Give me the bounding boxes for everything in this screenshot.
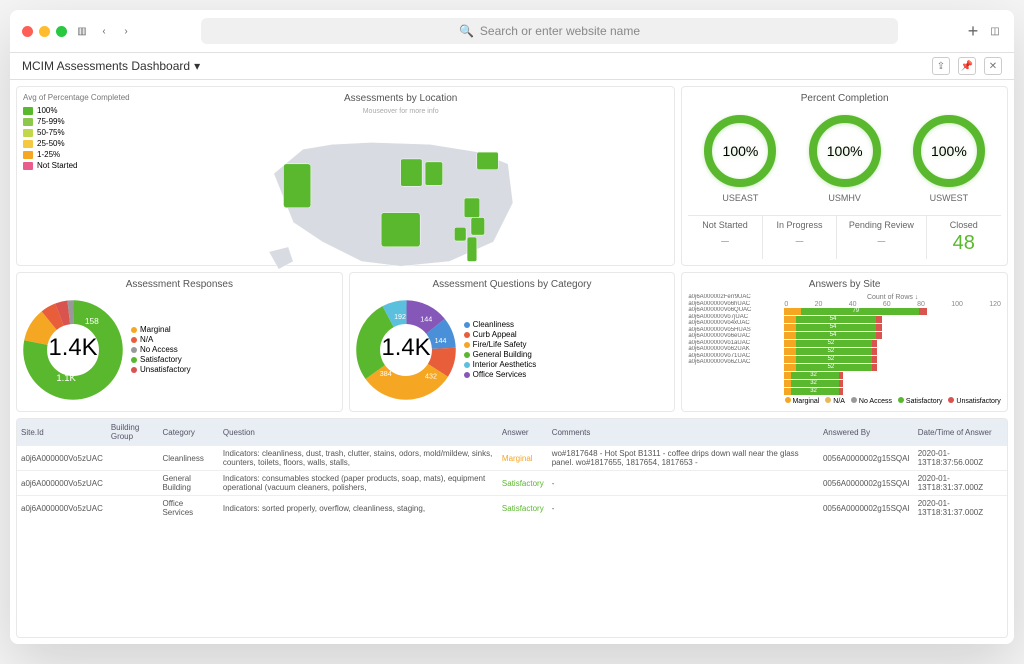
svg-text:158: 158	[85, 316, 99, 326]
status-cell: Closed48	[927, 216, 1001, 259]
legend-item[interactable]: N/A	[131, 335, 191, 344]
legend-item[interactable]: No Access	[131, 345, 191, 354]
window-controls	[22, 26, 67, 37]
completion-ring[interactable]: 100%USWEST	[913, 115, 985, 203]
maximize-window-button[interactable]	[56, 26, 67, 37]
bar[interactable]: 79	[784, 308, 927, 315]
dashboard-header: MCIM Assessments Dashboard ▾ ⇪ 📌 ✕	[10, 53, 1014, 80]
column-header[interactable]: Comments	[548, 419, 819, 446]
svg-text:192: 192	[394, 313, 406, 321]
column-header[interactable]: Building Group	[107, 419, 159, 446]
bar[interactable]: 52	[784, 364, 877, 371]
new-tab-button[interactable]: +	[966, 24, 980, 38]
svg-text:1.4K: 1.4K	[381, 334, 430, 361]
url-bar[interactable]: 🔍 Search or enter website name	[201, 18, 898, 44]
completion-ring[interactable]: 100%USEAST	[704, 115, 776, 203]
legend-item[interactable]: Satisfactory	[898, 397, 943, 405]
questions-panel: Assessment Questions by Category 1.4K 19…	[349, 272, 676, 412]
responses-donut[interactable]: 1.4K 1.1K 158	[23, 300, 123, 400]
site-id-list: a0j6A000002Ferr9UACa0j6A000000Vo6hUACa0j…	[688, 294, 778, 406]
legend-item[interactable]: Satisfactory	[131, 355, 191, 364]
status-cell: In Progress–	[763, 216, 837, 259]
legend-item[interactable]: Not Started	[23, 161, 133, 170]
svg-text:1.4K: 1.4K	[49, 334, 98, 361]
minimize-window-button[interactable]	[39, 26, 50, 37]
legend-item[interactable]: 75-99%	[23, 117, 133, 126]
svg-text:144: 144	[434, 337, 446, 345]
chevron-down-icon: ▾	[194, 59, 200, 73]
questions-donut[interactable]: 1.4K 192 144 144 432 384	[356, 300, 456, 400]
bar[interactable]: 32	[784, 388, 842, 395]
map-panel: Avg of Percentage Completed 100%75-99%50…	[16, 86, 675, 266]
column-header[interactable]: Answered By	[819, 419, 914, 446]
completion-panel: Percent Completion 100%USEAST100%USMHV10…	[681, 86, 1008, 266]
legend-item[interactable]: Fire/Life Safety	[464, 340, 537, 349]
table-row[interactable]: a0j6A000000Vo5zUACOffice ServicesIndicat…	[17, 496, 1007, 521]
status-cell: Not Started–	[688, 216, 762, 259]
legend-item[interactable]: No Access	[851, 397, 892, 405]
answers-panel: Answers by Site a0j6A000002Ferr9UACa0j6A…	[681, 272, 1008, 412]
legend-item[interactable]: 100%	[23, 106, 133, 115]
column-header[interactable]: Question	[219, 419, 498, 446]
responses-panel: Assessment Responses 1.4K 1.1K 158 Margi…	[16, 272, 343, 412]
legend-item[interactable]: Cleanliness	[464, 320, 537, 329]
browser-toolbar: ▥ ‹ › 🔍 Search or enter website name + ◫	[10, 10, 1014, 53]
us-map[interactable]: Assessments by Location Mouseover for mo…	[133, 93, 668, 259]
bar[interactable]: 32	[784, 380, 842, 387]
bar[interactable]: 52	[784, 356, 877, 363]
data-table[interactable]: Site.IdBuilding GroupCategoryQuestionAns…	[16, 418, 1008, 638]
legend-item[interactable]: Marginal	[785, 397, 820, 405]
column-header[interactable]: Answer	[498, 419, 548, 446]
svg-text:144: 144	[420, 315, 432, 323]
legend-item[interactable]: 50-75%	[23, 128, 133, 137]
answers-bar-chart[interactable]: Count of Rows ↓ 020406080100120 79545454…	[784, 294, 1001, 406]
close-window-button[interactable]	[22, 26, 33, 37]
status-cell: Pending Review–	[837, 216, 926, 259]
bar[interactable]: 54	[784, 316, 881, 323]
svg-text:432: 432	[425, 373, 437, 381]
svg-text:384: 384	[379, 370, 391, 378]
bar[interactable]: 52	[784, 348, 877, 355]
back-button[interactable]: ‹	[97, 24, 111, 38]
bar[interactable]: 32	[784, 372, 842, 379]
pin-button[interactable]: 📌	[958, 57, 976, 75]
column-header[interactable]: Site.Id	[17, 419, 107, 446]
legend-item[interactable]: General Building	[464, 350, 537, 359]
dashboard-title[interactable]: MCIM Assessments Dashboard ▾	[22, 59, 200, 73]
completion-ring[interactable]: 100%USMHV	[809, 115, 881, 203]
table-row[interactable]: a0j6A000000Vo5zUACCleanlinessIndicators:…	[17, 446, 1007, 471]
legend-item[interactable]: Interior Aesthetics	[464, 360, 537, 369]
search-icon: 🔍	[459, 24, 474, 38]
legend-item[interactable]: Office Services	[464, 370, 537, 379]
map-legend: Avg of Percentage Completed 100%75-99%50…	[23, 93, 133, 259]
legend-item[interactable]: Curb Appeal	[464, 330, 537, 339]
column-header[interactable]: Category	[158, 419, 218, 446]
svg-text:1.1K: 1.1K	[56, 373, 76, 384]
bar[interactable]: 54	[784, 324, 881, 331]
column-header[interactable]: Date/Time of Answer	[914, 419, 1007, 446]
export-button[interactable]: ⇪	[932, 57, 950, 75]
close-button[interactable]: ✕	[984, 57, 1002, 75]
forward-button[interactable]: ›	[119, 24, 133, 38]
legend-item[interactable]: 1-25%	[23, 150, 133, 159]
legend-item[interactable]: 25-50%	[23, 139, 133, 148]
url-placeholder: Search or enter website name	[480, 24, 640, 38]
legend-item[interactable]: Marginal	[131, 325, 191, 334]
legend-item[interactable]: Unsatisfactory	[948, 397, 1000, 405]
bar[interactable]: 54	[784, 332, 881, 339]
sidebar-toggle-icon[interactable]: ▥	[75, 24, 89, 38]
table-row[interactable]: a0j6A000000Vo5zUACGeneral BuildingIndica…	[17, 471, 1007, 496]
legend-item[interactable]: N/A	[825, 397, 845, 405]
legend-item[interactable]: Unsatisfactory	[131, 365, 191, 374]
tabs-overview-button[interactable]: ◫	[988, 24, 1002, 38]
bar[interactable]: 52	[784, 340, 877, 347]
